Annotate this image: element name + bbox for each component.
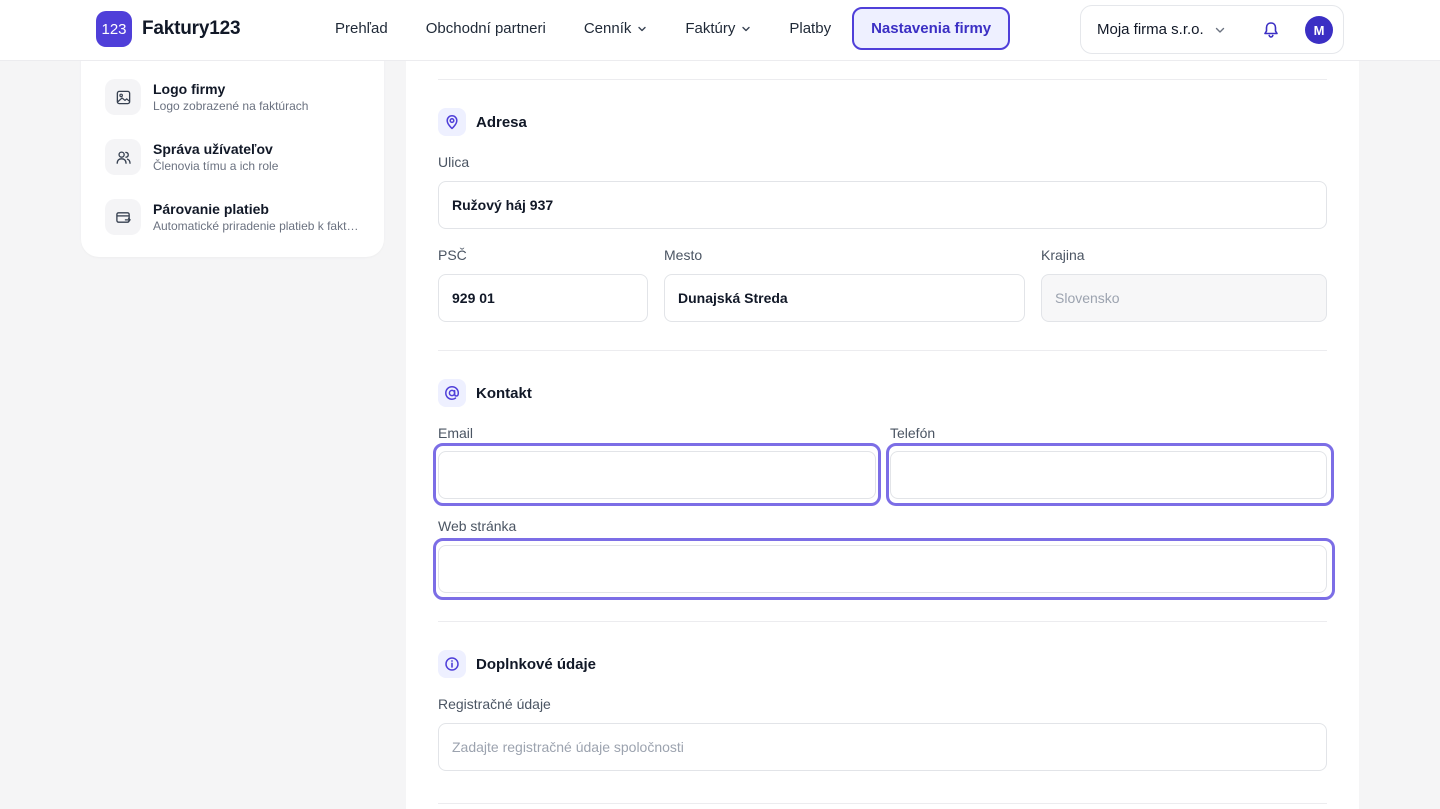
brand[interactable]: 123 Faktury123 <box>96 11 241 47</box>
street-label: Ulica <box>438 154 470 170</box>
section-divider <box>438 621 1327 622</box>
nav-item-faktury[interactable]: Faktúry <box>666 7 770 50</box>
country-label: Krajina <box>1041 247 1085 263</box>
section-title: Doplnkové údaje <box>476 655 597 673</box>
avatar[interactable]: M <box>1305 16 1333 44</box>
brand-logo: 123 <box>96 11 132 47</box>
web-field[interactable] <box>438 545 1327 593</box>
top-navigation-bar: 123 Faktury123 Prehľad Obchodní partneri… <box>0 0 1440 61</box>
section-title: Kontakt <box>476 384 532 402</box>
nav-item-platby[interactable]: Platby <box>770 7 850 50</box>
info-icon <box>445 657 459 671</box>
section-icon-wrap <box>438 650 466 678</box>
section-divider <box>438 79 1327 80</box>
nav-item-label: Platby <box>789 20 832 37</box>
section-divider <box>438 350 1327 351</box>
email-label: Email <box>438 425 474 441</box>
section-title: Adresa <box>476 113 527 131</box>
company-name: Moja firma s.r.o. <box>1097 21 1204 38</box>
map-pin-icon <box>446 115 458 130</box>
sidebar-item-users[interactable]: Správa užívateľov Členovia tímu a ich ro… <box>105 137 375 177</box>
nav-item-label: Cenník <box>583 20 632 37</box>
at-sign-icon <box>445 386 460 400</box>
sidebar-item-payment-matching[interactable]: Párovanie platieb Automatické priradenie… <box>105 197 375 237</box>
phone-field[interactable] <box>890 451 1327 499</box>
brand-name: Faktury123 <box>142 18 241 39</box>
nav-item-label: Prehľad <box>335 20 388 37</box>
side-icon-wrap <box>105 79 141 115</box>
zip-input[interactable]: 929 01 <box>438 274 648 322</box>
nav-item-obchodni-partneri[interactable]: Obchodní partneri <box>407 7 565 50</box>
side-icon-wrap <box>105 199 141 235</box>
email-field[interactable] <box>438 451 876 499</box>
bell-icon[interactable] <box>1261 20 1281 40</box>
section-divider <box>438 803 1327 804</box>
chevron-down-icon <box>742 26 751 31</box>
sidebar-item-title: Správa užívateľov <box>153 141 273 157</box>
city-input[interactable]: Dunajská Streda <box>664 274 1025 322</box>
sidebar-item-title: Párovanie platieb <box>153 201 269 217</box>
chevron-down-icon <box>638 26 647 31</box>
sidebar-item-subtitle: Automatické priradenie platieb k faktúra… <box>153 219 363 233</box>
zip-label: PSČ <box>438 247 467 263</box>
nav-item-label: Nastavenia firmy <box>871 20 992 37</box>
country-input: Slovensko <box>1041 274 1327 322</box>
registration-label: Registračné údaje <box>438 696 551 712</box>
nav-item-nastavenia-firmy[interactable]: Nastavenia firmy <box>852 7 1011 50</box>
users-icon <box>116 150 131 164</box>
sidebar-item-title: Logo firmy <box>153 81 226 97</box>
phone-label: Telefón <box>890 425 936 441</box>
sidebar-item-logo[interactable]: Logo firmy Logo zobrazené na faktúrach <box>105 77 375 117</box>
sidebar-item-subtitle: Logo zobrazené na faktúrach <box>153 99 309 113</box>
address-section-header: Adresa <box>438 108 527 136</box>
side-icon-wrap <box>105 139 141 175</box>
main-nav: Prehľad Obchodní partneri Cenník Faktúry… <box>316 7 1011 50</box>
nav-item-prehlad[interactable]: Prehľad <box>316 7 407 50</box>
company-settings-form: Adresa Ulica Ružový háj 937 PSČ 929 01 M… <box>406 40 1359 809</box>
sidebar-item-subtitle: Členovia tímu a ich role <box>153 159 279 173</box>
section-icon-wrap <box>438 379 466 407</box>
city-label: Mesto <box>664 247 703 263</box>
nav-item-label: Faktúry <box>685 20 736 37</box>
settings-sidebar: Logo firmy Logo zobrazené na faktúrach S… <box>81 40 384 257</box>
extra-section-header: Doplnkové údaje <box>438 650 596 678</box>
section-icon-wrap <box>438 108 466 136</box>
company-switcher[interactable]: Moja firma s.r.o. M <box>1080 5 1344 54</box>
chevron-down-icon <box>1215 27 1224 33</box>
web-label: Web stránka <box>438 518 517 534</box>
registration-input[interactable]: Zadajte registračné údaje spoločnosti <box>438 723 1327 771</box>
image-icon <box>116 90 130 104</box>
contact-section-header: Kontakt <box>438 379 532 407</box>
payment-match-icon <box>115 211 131 223</box>
nav-item-cennik[interactable]: Cenník <box>565 7 667 50</box>
nav-item-label: Obchodní partneri <box>425 20 546 37</box>
street-input[interactable]: Ružový háj 937 <box>438 181 1327 229</box>
